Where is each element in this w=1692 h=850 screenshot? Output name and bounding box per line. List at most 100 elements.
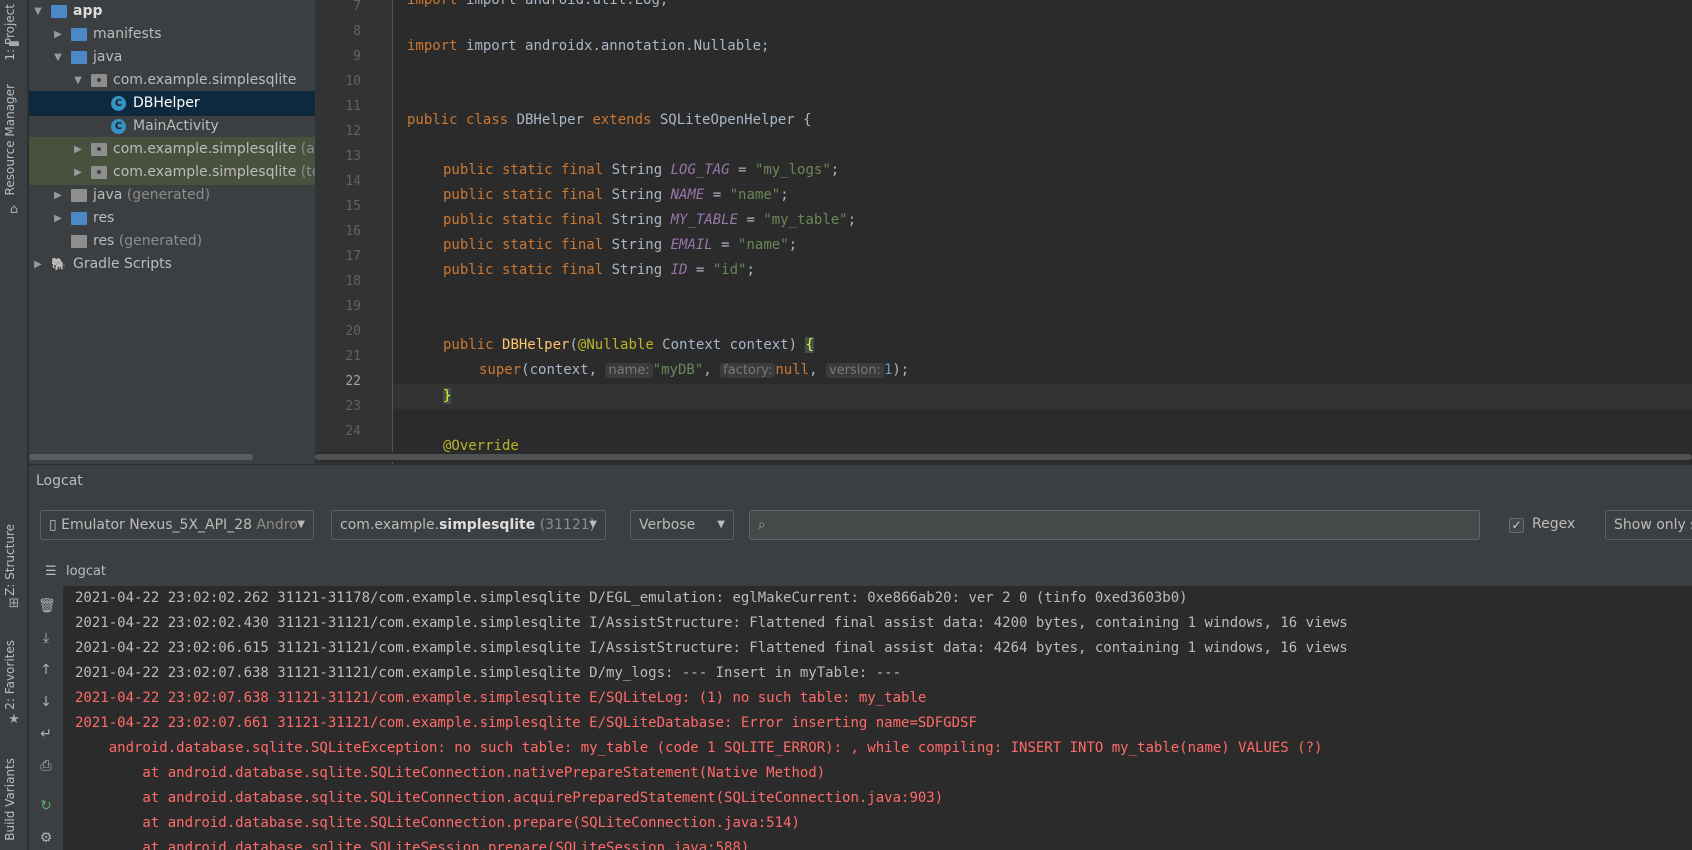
import-log: import android.util.Log;	[466, 0, 669, 8]
folder-icon	[71, 51, 87, 64]
gear-icon[interactable]: ⚙	[38, 830, 54, 846]
collapse-arrow-icon[interactable]: ▶	[73, 160, 83, 185]
tab-resource-manager[interactable]: Resource Manager	[3, 84, 17, 195]
expand-arrow-icon[interactable]: ▼	[73, 68, 83, 93]
tree-item[interactable]: ▼ app	[29, 0, 315, 24]
collapse-arrow-icon[interactable]: ▶	[53, 183, 63, 208]
line-number: 13	[345, 149, 361, 164]
tab-project[interactable]: 1: Project	[3, 4, 17, 61]
logcat-output[interactable]: 2021-04-22 23:02:02.262 31121-31178/com.…	[63, 586, 1692, 850]
code-line: import import android.util.Log;	[407, 0, 668, 13]
editor-horizontal-scrollbar[interactable]	[315, 452, 1692, 462]
tab-build-variants[interactable]: Build Variants	[3, 758, 17, 841]
show-only-selected-dropdown[interactable]: Show only s	[1605, 510, 1692, 540]
param-hint-version: version:	[825, 363, 884, 378]
import-nullable: import androidx.annotation.Nullable;	[466, 38, 770, 54]
line-number: 19	[345, 299, 361, 314]
tree-item[interactable]: ▶ 🐘 Gradle Scripts	[29, 252, 315, 277]
package-icon	[91, 74, 107, 87]
log-line: 2021-04-22 23:02:07.638 31121-31121/com.…	[75, 690, 927, 706]
log-line: android.database.sqlite.SQLiteException:…	[75, 740, 1323, 756]
expand-arrow-icon[interactable]: ▼	[53, 45, 63, 70]
param-hint-name: name:	[605, 363, 653, 378]
project-panel: ▼ app ▶ manifests ▼ java ▼ com.example.simplesq…	[29, 0, 315, 464]
folder-icon	[71, 212, 87, 225]
folder-icon[interactable]: ▬	[6, 36, 22, 52]
tree-item[interactable]: ▶ res	[29, 206, 315, 231]
package-icon	[91, 166, 107, 179]
star-icon[interactable]: ★	[6, 712, 22, 728]
print-icon[interactable]: ⎙	[38, 758, 54, 774]
device-icon: ▯	[49, 517, 62, 533]
logcat-tab-icon: ☰	[45, 564, 57, 579]
arrow-down-icon[interactable]: ↓	[38, 694, 54, 710]
line-number: 23	[345, 399, 361, 414]
scrollbar-thumb[interactable]	[315, 454, 1692, 460]
line-number: 12	[345, 124, 361, 139]
collapse-arrow-icon[interactable]: ▶	[33, 252, 43, 277]
code-editor[interactable]: import import android.util.Log; import i…	[393, 0, 1692, 464]
log-line: 2021-04-22 23:02:02.430 31121-31121/com.…	[75, 615, 1348, 631]
restart-icon[interactable]: ↻	[38, 798, 54, 814]
expand-arrow-icon[interactable]: ▼	[33, 0, 43, 24]
soft-wrap-icon[interactable]: ↵	[38, 726, 54, 742]
structure-icon[interactable]: ⊞	[6, 596, 22, 612]
folder-icon	[51, 5, 67, 18]
tree-item[interactable]: ▼ java	[29, 45, 315, 70]
tree-item[interactable]: ▶ com.example.simplesqlite (ar	[29, 137, 315, 162]
line-number: 10	[345, 74, 361, 89]
tab-structure[interactable]: Z: Structure	[3, 524, 17, 596]
field-log-tag: public static final String LOG_TAG = "my…	[443, 162, 840, 178]
tree-item-label: DBHelper	[133, 95, 200, 111]
collapse-arrow-icon[interactable]: ▶	[53, 22, 63, 47]
project-horizontal-scrollbar[interactable]	[29, 452, 315, 462]
device-selector[interactable]: ▯ Emulator Nexus_5X_API_28 Andro ▼	[40, 510, 314, 540]
log-line: 2021-04-22 23:02:07.638 31121-31121/com.…	[75, 665, 902, 681]
process-selector[interactable]: com.example.simplesqlite (31121) ▼	[331, 510, 606, 540]
line-number: 17	[345, 249, 361, 264]
tree-item-label: Gradle Scripts	[73, 256, 172, 272]
tree-item[interactable]: res (generated)	[29, 229, 315, 254]
folder-icon	[71, 189, 87, 202]
collapse-arrow-icon[interactable]: ▶	[53, 206, 63, 231]
line-number: 14	[345, 174, 361, 189]
tree-item[interactable]: ▶ java (generated)	[29, 183, 315, 208]
super-call: super(context, name: "myDB", factory: null…	[479, 362, 910, 378]
code-line: import import androidx.annotation.Nullab…	[407, 34, 769, 59]
line-number: 21	[345, 349, 361, 364]
closing-brace: }	[443, 388, 452, 404]
tree-item[interactable]: ▶ manifests	[29, 22, 315, 47]
scroll-to-end-icon[interactable]: ⤓	[38, 630, 54, 646]
arrow-up-icon[interactable]: ↑	[38, 662, 54, 678]
log-level-selector[interactable]: Verbose ▼	[630, 510, 734, 540]
collapse-arrow-icon[interactable]: ▶	[73, 137, 83, 162]
logcat-toolbar: 🗑 ⤓ ↑ ↓ ↵ ⎙ ↻ ⚙	[29, 586, 63, 850]
chevron-down-icon: ▼	[297, 519, 305, 530]
trash-icon[interactable]: 🗑	[38, 598, 56, 614]
tree-item-label: res (generated)	[93, 233, 203, 249]
line-number: 9	[353, 49, 361, 64]
left-tool-strip: 1: Project ▬ Resource Manager ⌂ Z: Struc…	[0, 0, 28, 850]
chevron-down-icon: ▼	[717, 519, 725, 530]
log-line: 2021-04-22 23:02:06.615 31121-31121/com.…	[75, 640, 1348, 656]
line-number: 16	[345, 224, 361, 239]
tree-item[interactable]: C DBHelper	[29, 91, 315, 116]
tree-item[interactable]: C MainActivity	[29, 114, 315, 139]
tab-logcat[interactable]: logcat	[66, 564, 106, 579]
logcat-title: Logcat	[36, 473, 83, 489]
logcat-tab-bar: ☰ logcat	[29, 558, 1692, 586]
tree-item-label: manifests	[93, 26, 162, 42]
tree-item[interactable]: ▼ com.example.simplesqlite	[29, 68, 315, 93]
log-line: at android.database.sqlite.SQLiteConnect…	[75, 815, 800, 831]
tree-item-label: res	[93, 210, 115, 226]
resource-manager-icon[interactable]: ⌂	[6, 202, 22, 218]
folder-icon	[71, 235, 87, 248]
log-line: at android.database.sqlite.SQLiteConnect…	[75, 765, 826, 781]
current-line-highlight	[393, 384, 1692, 409]
tree-item[interactable]: ▶ com.example.simplesqlite (te	[29, 160, 315, 185]
param-hint-factory: factory:	[720, 363, 776, 378]
logcat-search-input[interactable]: ⌕	[749, 510, 1480, 540]
tab-favorites[interactable]: 2: Favorites	[3, 640, 17, 710]
scrollbar-thumb[interactable]	[29, 454, 253, 460]
regex-checkbox[interactable]: ✓	[1509, 518, 1524, 533]
